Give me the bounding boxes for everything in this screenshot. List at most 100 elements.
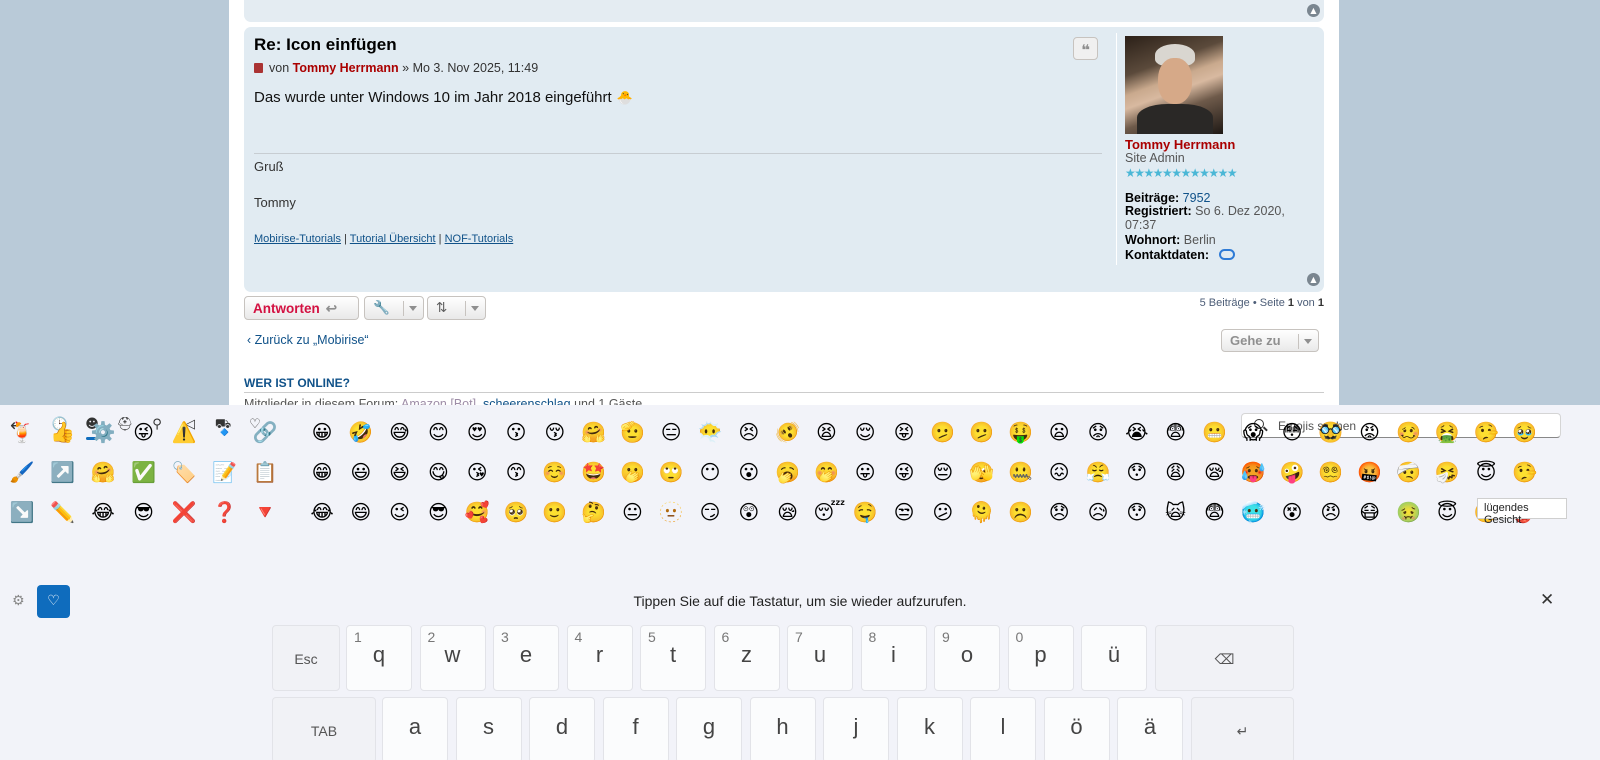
key-z[interactable]: 6z (713, 625, 780, 691)
smiley-emoji[interactable]: 🫤 (930, 419, 956, 445)
smiley-emoji[interactable]: 🤬 (1357, 459, 1383, 485)
smiley-emoji[interactable]: 🤥 (1512, 459, 1538, 485)
signature-link-nof[interactable]: NOF-Tutorials (445, 233, 514, 245)
smiley-emoji[interactable]: 🤕 (1395, 459, 1421, 485)
recent-emoji[interactable]: 🖌️ (9, 459, 35, 485)
smiley-emoji[interactable]: 😂 (309, 499, 335, 525)
smiley-emoji[interactable]: 🫣 (969, 459, 995, 485)
smiley-emoji[interactable]: 😦 (1046, 419, 1072, 445)
smiley-emoji[interactable]: 😋 (425, 459, 451, 485)
smiley-emoji[interactable]: 🥱 (775, 459, 801, 485)
smiley-emoji[interactable]: 😖 (1046, 459, 1072, 485)
smiley-emoji[interactable]: 🤥 (1473, 419, 1499, 445)
smiley-emoji[interactable]: 😚 (542, 419, 568, 445)
sort-options-button[interactable]: ⇅ (427, 296, 486, 320)
recent-emoji[interactable]: 🤗 (90, 459, 116, 485)
smiley-emoji[interactable]: 😎 (425, 499, 451, 525)
key-escape[interactable]: Esc (272, 625, 340, 691)
recent-emoji[interactable]: ❓ (212, 499, 238, 525)
smiley-emoji[interactable]: 😐 (619, 499, 645, 525)
smiley-emoji[interactable]: 😞 (1046, 499, 1072, 525)
smiley-emoji[interactable]: 🤐 (1007, 459, 1033, 485)
smiley-emoji[interactable]: 😜 (891, 459, 917, 485)
key-enter[interactable]: ↵ (1191, 697, 1294, 760)
recent-emoji[interactable]: ↘️ (9, 499, 35, 525)
key-o[interactable]: 9o (934, 625, 1000, 691)
smiley-emoji[interactable]: 🫨 (775, 419, 801, 445)
smiley-emoji[interactable]: 😡 (1357, 419, 1383, 445)
key-ö[interactable]: ö (1043, 697, 1110, 760)
smiley-emoji[interactable]: 😌 (852, 419, 878, 445)
smiley-emoji[interactable]: 🤤 (852, 499, 878, 525)
smiley-emoji[interactable]: 😬 (1201, 419, 1227, 445)
smiley-emoji[interactable]: 😁 (309, 459, 335, 485)
smiley-emoji[interactable]: 😔 (930, 459, 956, 485)
smiley-emoji[interactable]: 😟 (1085, 419, 1111, 445)
smiley-emoji[interactable]: 😍 (464, 419, 490, 445)
smiley-emoji[interactable]: 🥹 (1512, 419, 1538, 445)
chat-bubble-icon[interactable] (1218, 249, 1235, 260)
smiley-emoji[interactable]: ☺️ (542, 459, 568, 485)
smiley-emoji[interactable]: 😃 (348, 459, 374, 485)
smiley-emoji[interactable]: 🤣 (348, 419, 374, 445)
smiley-emoji[interactable]: 😯 (1124, 459, 1150, 485)
recent-emoji[interactable]: ⚠️ (171, 419, 197, 445)
key-u[interactable]: 7u (787, 625, 853, 691)
profile-name-link[interactable]: Tommy Herrmann (1125, 137, 1235, 152)
recent-emoji[interactable]: 🔹 (212, 419, 238, 445)
key-e[interactable]: 3e (493, 625, 559, 691)
smiley-emoji[interactable]: 🫡 (619, 419, 645, 445)
smiley-emoji[interactable]: 😆 (387, 459, 413, 485)
smiley-emoji[interactable]: 😩 (1163, 459, 1189, 485)
smiley-emoji[interactable]: 😷 (1357, 499, 1383, 525)
smiley-emoji[interactable]: 🤢 (1395, 499, 1421, 525)
smiley-emoji[interactable]: 😒 (891, 499, 917, 525)
avatar[interactable] (1125, 36, 1223, 134)
key-tab[interactable]: TAB (272, 697, 376, 760)
smiley-emoji[interactable]: 😨 (1201, 499, 1227, 525)
signature-link-overview[interactable]: Tutorial Übersicht (350, 233, 436, 245)
smiley-emoji[interactable]: 😱 (1240, 419, 1266, 445)
key-s[interactable]: s (455, 697, 522, 760)
key-r[interactable]: 4r (566, 625, 633, 691)
key-k[interactable]: k (896, 697, 963, 760)
key-f[interactable]: f (602, 697, 669, 760)
smiley-emoji[interactable]: 😮 (736, 459, 762, 485)
profile-posts-link[interactable]: 7952 (1183, 191, 1211, 205)
smiley-emoji[interactable]: 😅 (387, 419, 413, 445)
smiley-emoji[interactable]: 😠 (1318, 499, 1344, 525)
smiley-emoji[interactable]: 🤔 (581, 499, 607, 525)
back-to-forum-link[interactable]: ‹ Zurück zu „Mobirise“ (247, 333, 369, 347)
post-title[interactable]: Re: Icon einfügen (254, 35, 397, 55)
smiley-emoji[interactable]: 😝 (891, 419, 917, 445)
key-t[interactable]: 5t (640, 625, 706, 691)
jump-to-button[interactable]: Gehe zu (1221, 329, 1319, 352)
smiley-emoji[interactable]: 😴 (813, 499, 845, 525)
smiley-emoji[interactable]: 😕 (930, 499, 956, 525)
smiley-emoji[interactable]: 😣 (736, 419, 762, 445)
topic-tools-button[interactable]: 🔧 (364, 296, 424, 320)
smiley-emoji[interactable]: 🫠 (969, 499, 995, 525)
recent-emoji[interactable]: 📋 (252, 459, 278, 485)
smiley-emoji[interactable]: 😳 (1279, 419, 1305, 445)
smiley-emoji[interactable]: 🥵 (1240, 459, 1266, 485)
signature-link-mobirise[interactable]: Mobirise-Tutorials (254, 233, 341, 245)
smiley-emoji[interactable]: 😶‍🌫️ (697, 419, 723, 445)
recent-emoji[interactable]: ⚙️ (90, 419, 116, 445)
smiley-emoji[interactable]: 🫥 (658, 499, 684, 525)
back-to-top-icon[interactable]: ▲ (1307, 273, 1320, 286)
smiley-emoji[interactable]: 🤭 (813, 459, 839, 485)
key-i[interactable]: 8i (860, 625, 927, 691)
smiley-emoji[interactable]: 😑 (658, 419, 684, 445)
smiley-emoji[interactable]: 😲 (736, 499, 762, 525)
smiley-emoji[interactable]: 😯 (1124, 499, 1150, 525)
smiley-emoji[interactable]: 😀 (309, 419, 335, 445)
quote-button[interactable]: ❝ (1073, 37, 1098, 60)
recent-emoji[interactable]: ✅ (131, 459, 157, 485)
smiley-emoji[interactable]: 😭 (1124, 419, 1150, 445)
smiley-emoji[interactable]: 😘 (464, 459, 490, 485)
key-p[interactable]: 0p (1007, 625, 1074, 691)
smiley-emoji[interactable]: 😥 (1085, 499, 1111, 525)
key-q[interactable]: 1q (346, 625, 412, 691)
smiley-emoji[interactable]: 🥰 (464, 499, 490, 525)
